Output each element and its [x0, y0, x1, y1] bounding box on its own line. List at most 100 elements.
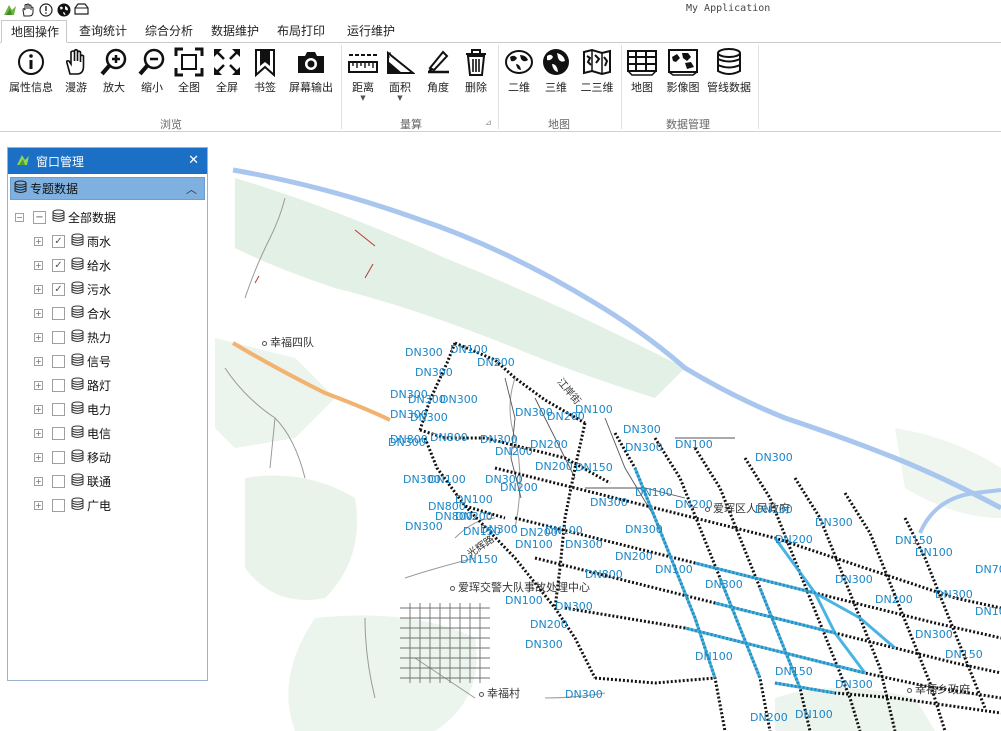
app-title: My Application: [686, 3, 771, 14]
tree-root[interactable]: − − 全部数据: [15, 207, 116, 227]
pipe-diameter-label: DN300: [915, 628, 953, 641]
2d-3d-button[interactable]: 二三维: [578, 47, 616, 105]
layer-item[interactable]: + 路灯: [34, 375, 111, 395]
pipe-diameter-label: DN300: [440, 393, 478, 406]
attribute-info-button[interactable]: 属性信息: [6, 47, 56, 105]
expand-toggle[interactable]: +: [34, 332, 43, 342]
tab-operation-maintenance[interactable]: 运行维护: [347, 20, 395, 43]
layer-label: 路灯: [87, 378, 112, 393]
imagery-button[interactable]: 影像图: [663, 47, 703, 105]
layer-item[interactable]: + 联通: [34, 471, 111, 491]
layer-label: 信号: [87, 354, 112, 369]
pan-label: 漫游: [65, 81, 87, 94]
expand-toggle[interactable]: +: [34, 428, 43, 438]
layer-item[interactable]: + 移动: [34, 447, 111, 467]
expand-toggle[interactable]: +: [34, 380, 43, 390]
layer-label: 广电: [87, 498, 112, 513]
delete-button[interactable]: 删除: [460, 47, 492, 105]
map-view[interactable]: 幸福四队 爱珲交警大队事故处理中心 幸福村 爱珲区人民政府 幸福乡政府 光辉路 …: [215, 138, 1001, 731]
layer-checkbox[interactable]: [52, 354, 65, 368]
layer-checkbox[interactable]: [52, 426, 65, 440]
3d-button[interactable]: 三维: [540, 47, 572, 105]
map-canvas[interactable]: [215, 138, 1001, 731]
layer-item[interactable]: + 合水: [34, 303, 111, 323]
layer-item[interactable]: + 广电: [34, 495, 111, 515]
chevron-up-icon[interactable]: ︿: [186, 181, 197, 197]
angle-button[interactable]: 角度: [422, 47, 454, 105]
fullscreen-button[interactable]: 全屏: [211, 47, 243, 105]
distance-dropdown-arrow[interactable]: ▼: [360, 95, 365, 102]
collapse-toggle[interactable]: −: [15, 212, 24, 222]
distance-button[interactable]: 距离 ▼: [346, 47, 380, 105]
pipe-diameter-label: DN100: [575, 403, 613, 416]
expand-toggle[interactable]: +: [34, 356, 43, 366]
layer-checkbox[interactable]: ✓: [52, 234, 65, 248]
full-extent-button[interactable]: 全图: [173, 47, 205, 105]
dialog-launcher-icon[interactable]: ⊿: [485, 118, 492, 127]
layer-checkbox[interactable]: [52, 498, 65, 512]
area-dropdown-arrow[interactable]: ▼: [397, 95, 402, 102]
measure-group-label: 量算: [400, 118, 422, 131]
layer-item[interactable]: + ✓ 污水: [34, 279, 111, 299]
tab-comprehensive-analysis[interactable]: 综合分析: [145, 20, 193, 43]
screen-output-button[interactable]: 屏幕输出: [286, 47, 336, 105]
layer-item[interactable]: + 电力: [34, 399, 111, 419]
zoom-out-button[interactable]: 缩小: [136, 47, 168, 105]
info-icon[interactable]: [38, 2, 53, 17]
layer-checkbox[interactable]: ✓: [52, 282, 65, 296]
layer-item[interactable]: + 信号: [34, 351, 111, 371]
pipe-diameter-label: DN300: [755, 451, 793, 464]
hand-icon[interactable]: [20, 2, 35, 17]
layer-checkbox[interactable]: [52, 402, 65, 416]
trash-icon: [462, 47, 490, 77]
2d-button[interactable]: 二维: [503, 47, 535, 105]
globe-icon[interactable]: [56, 2, 71, 17]
pipeline-data-button[interactable]: 管线数据: [705, 47, 753, 105]
layer-item[interactable]: + ✓ 雨水: [34, 231, 111, 251]
pipe-diameter-label: DN300: [625, 441, 663, 454]
pan-button[interactable]: 漫游: [60, 47, 92, 105]
screen-icon[interactable]: [74, 2, 89, 17]
pipe-diameter-label: DN300: [835, 678, 873, 691]
pipe-diameter-label: DN150: [945, 648, 983, 661]
layer-label: 移动: [87, 450, 112, 465]
expand-toggle[interactable]: +: [34, 452, 43, 462]
layer-checkbox[interactable]: [52, 474, 65, 488]
expand-toggle[interactable]: +: [34, 308, 43, 318]
layer-checkbox[interactable]: [52, 330, 65, 344]
expand-toggle[interactable]: +: [34, 260, 43, 270]
tab-map-operation[interactable]: 地图操作: [1, 20, 67, 43]
layer-checkbox[interactable]: [52, 378, 65, 392]
area-button[interactable]: 面积 ▼: [384, 47, 416, 105]
expand-toggle[interactable]: +: [34, 476, 43, 486]
distance-label: 距离: [352, 81, 374, 94]
pipe-diameter-label: DN800: [390, 433, 428, 446]
pipe-diameter-label: DN300: [835, 573, 873, 586]
layer-checkbox[interactable]: [52, 306, 65, 320]
pipe-diameter-label: DN100: [795, 708, 833, 721]
layer-item[interactable]: + 热力: [34, 327, 111, 347]
bookmark-button[interactable]: 书签: [249, 47, 281, 105]
layer-item[interactable]: + ✓ 给水: [34, 255, 111, 275]
layer-checkbox[interactable]: [52, 450, 65, 464]
pipe-diameter-label: DN300: [623, 423, 661, 436]
thematic-data-header[interactable]: 专题数据 ︿: [10, 177, 205, 200]
database-icon: [71, 257, 84, 274]
layer-item[interactable]: + 电信: [34, 423, 111, 443]
expand-toggle[interactable]: +: [34, 404, 43, 414]
tab-query-statistics[interactable]: 查询统计: [79, 20, 127, 43]
tab-layout-print[interactable]: 布局打印: [277, 20, 325, 43]
map-data-button[interactable]: 地图: [626, 47, 658, 105]
tab-data-maintenance[interactable]: 数据维护: [211, 20, 259, 43]
root-checkbox[interactable]: −: [33, 210, 46, 224]
expand-toggle[interactable]: +: [34, 500, 43, 510]
close-icon[interactable]: ✕: [188, 153, 199, 168]
layer-checkbox[interactable]: ✓: [52, 258, 65, 272]
expand-toggle[interactable]: +: [34, 284, 43, 294]
pipe-diameter-label: DN100: [515, 538, 553, 551]
database-icon: [71, 473, 84, 490]
panel-header: 窗口管理 ✕: [8, 148, 207, 174]
expand-toggle[interactable]: +: [34, 236, 43, 246]
layer-label: 合水: [87, 306, 112, 321]
zoom-in-button[interactable]: 放大: [98, 47, 130, 105]
